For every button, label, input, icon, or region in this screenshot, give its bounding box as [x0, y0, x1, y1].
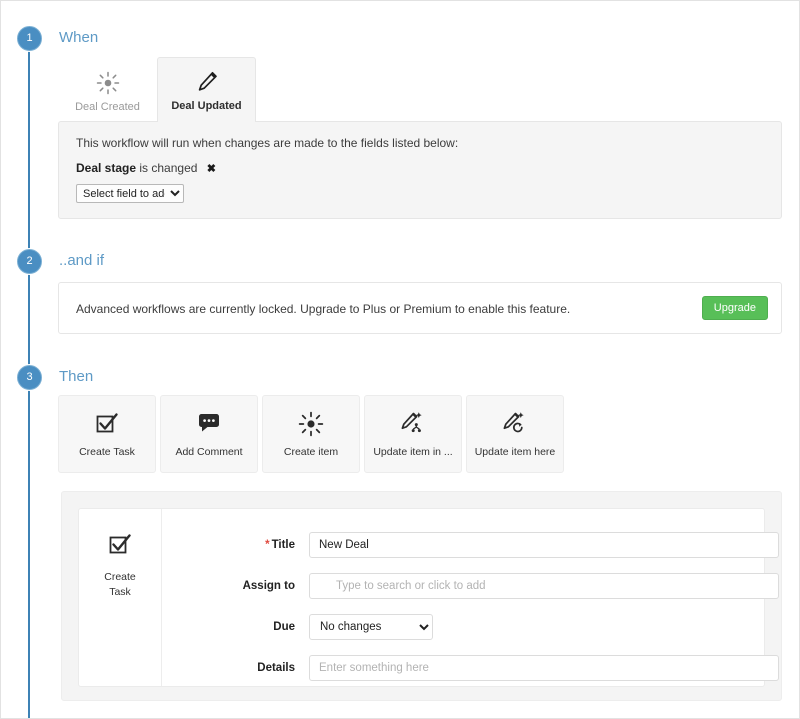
action-config-title-line2: Task	[109, 586, 131, 598]
condition-operator: is changed	[139, 161, 198, 175]
pencil-icon	[195, 69, 219, 95]
action-config-card: Create Task *Title Assign to	[78, 508, 779, 687]
sun-burst-icon	[96, 70, 120, 96]
when-panel: This workflow will run when changes are …	[58, 121, 782, 219]
comment-bubble-icon	[196, 410, 222, 438]
section-title-then: Then	[59, 368, 94, 385]
action-card-label: Update item here	[474, 446, 556, 458]
workflow-builder-page: 1 When Deal Created Deal Updated This wo…	[0, 0, 800, 719]
upgrade-button[interactable]: Upgrade	[701, 296, 768, 320]
action-config-panel: Create Task *Title Assign to	[61, 491, 782, 701]
assign-to-input[interactable]	[309, 573, 779, 599]
tab-label: Deal Updated	[171, 99, 242, 112]
field-label-due: Due	[273, 621, 295, 633]
field-row-due: Due No changes	[163, 614, 764, 640]
trigger-condition-row: Deal stage is changed ✖	[76, 161, 216, 175]
action-card-list: Create Task Add Comment Create item Upda…	[58, 395, 564, 473]
locked-feature-panel: Advanced workflows are currently locked.…	[58, 282, 782, 334]
trigger-tabs: Deal Created Deal Updated	[58, 57, 256, 122]
step-badge-2: 2	[17, 249, 42, 274]
pencil-refresh-icon	[501, 410, 529, 438]
action-card-update-item-here[interactable]: Update item here	[466, 395, 564, 473]
action-card-add-comment[interactable]: Add Comment	[160, 395, 258, 473]
field-row-title: * Title	[163, 532, 779, 558]
field-row-assign-to: Assign to	[163, 573, 779, 599]
sun-burst-icon	[298, 410, 324, 438]
action-config-title-line1: Create	[104, 571, 136, 583]
field-label-details: Details	[257, 662, 295, 674]
field-row-details: Details	[163, 655, 779, 681]
field-label-assign-to: Assign to	[242, 580, 295, 592]
action-config-fields: *Title Assign to Due	[163, 509, 779, 686]
action-card-label: Update item in ...	[373, 446, 453, 458]
step-badge-1: 1	[17, 26, 42, 51]
pencil-hierarchy-icon	[399, 410, 427, 438]
required-asterisk: *	[265, 539, 270, 551]
action-card-create-task[interactable]: Create Task	[58, 395, 156, 473]
section-title-and-if: ..and if	[59, 252, 105, 269]
section-title-when: When	[59, 29, 99, 46]
step-badge-3: 3	[17, 365, 42, 390]
select-field-to-add[interactable]: Select field to add	[76, 184, 184, 203]
action-card-label: Create Task	[79, 446, 135, 458]
field-label-title: * Title	[265, 539, 295, 551]
tab-deal-updated[interactable]: Deal Updated	[157, 57, 256, 122]
close-x-icon[interactable]: ✖	[207, 162, 216, 175]
action-card-update-item-in[interactable]: Update item in ...	[364, 395, 462, 473]
action-card-label: Create item	[283, 446, 339, 458]
action-card-label: Add Comment	[175, 446, 243, 458]
checkbox-checked-icon	[94, 410, 120, 438]
checkbox-checked-icon	[107, 532, 133, 563]
when-description: This workflow will run when changes are …	[76, 136, 459, 150]
tab-label: Deal Created	[75, 100, 140, 113]
title-input[interactable]	[309, 532, 779, 558]
action-card-create-item[interactable]: Create item	[262, 395, 360, 473]
details-input[interactable]	[309, 655, 779, 681]
due-select[interactable]: No changes	[309, 614, 433, 640]
locked-message: Advanced workflows are currently locked.…	[76, 302, 571, 316]
condition-field-name: Deal stage	[76, 161, 137, 175]
tab-deal-created[interactable]: Deal Created	[58, 60, 157, 122]
action-config-sidebar: Create Task	[79, 509, 162, 686]
